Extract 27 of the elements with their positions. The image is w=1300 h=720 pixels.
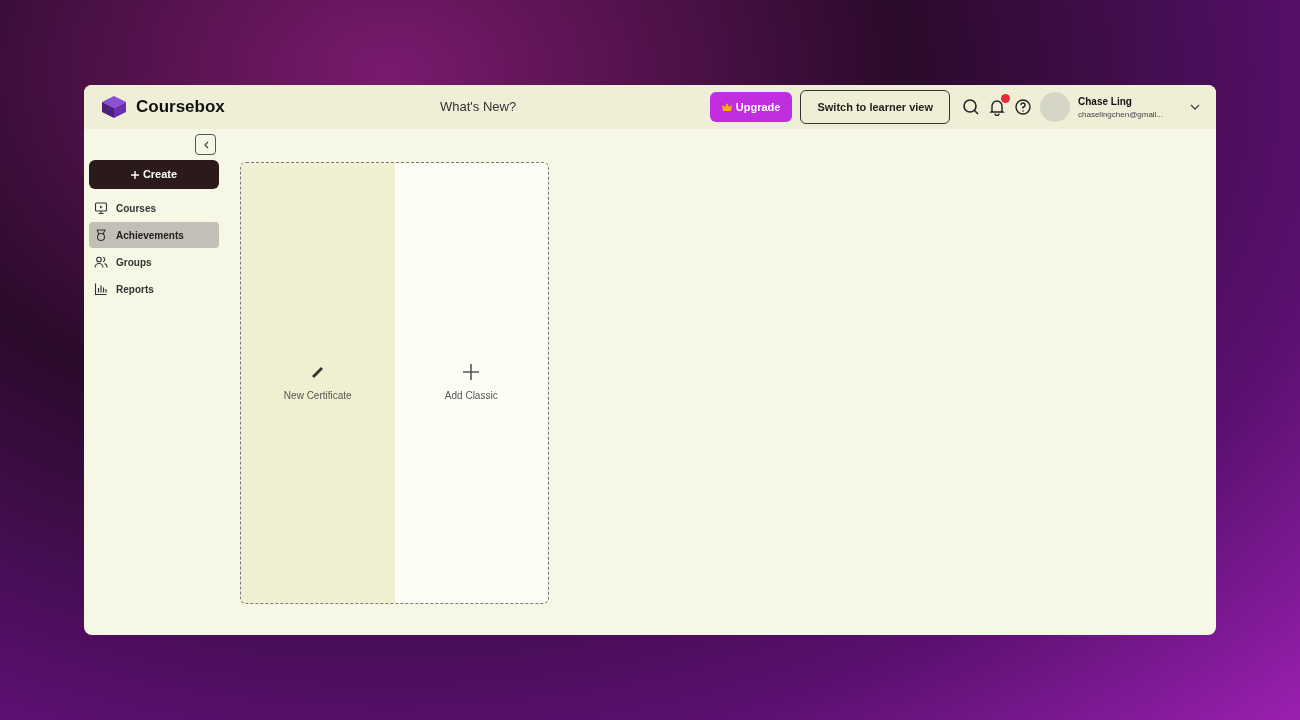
user-email: chaselingchen@gmail... <box>1078 108 1165 121</box>
new-certificate-card[interactable]: New Certificate <box>241 163 395 603</box>
chevron-down-icon[interactable] <box>1190 104 1200 110</box>
app-name: Coursebox <box>136 96 225 119</box>
bar-chart-icon <box>94 282 108 296</box>
monitor-icon <box>94 201 108 215</box>
whats-new-link[interactable]: What's New? <box>440 97 517 117</box>
plus-icon <box>463 363 480 380</box>
switch-view-button[interactable]: Switch to learner view <box>800 90 950 124</box>
medal-icon <box>94 228 108 242</box>
crown-icon <box>721 103 732 111</box>
upgrade-button[interactable]: Upgrade <box>709 92 793 122</box>
sidebar-item[interactable]: Groups <box>89 249 219 275</box>
plus-icon <box>130 170 139 179</box>
user-name: Chase Ling <box>1078 94 1133 109</box>
create-button[interactable]: Create <box>89 160 219 189</box>
search-icon[interactable] <box>962 98 980 116</box>
chevron-left-icon <box>202 140 209 149</box>
logo-icon <box>100 94 128 120</box>
collapse-button[interactable] <box>195 134 216 155</box>
sidebar-item[interactable]: Reports <box>89 276 219 302</box>
bell-icon[interactable] <box>988 98 1006 116</box>
help-icon[interactable] <box>1014 98 1032 116</box>
sidebar-item[interactable]: Courses <box>89 195 219 221</box>
users-icon <box>94 255 108 269</box>
add-classic-card[interactable]: Add Classic <box>394 163 548 603</box>
sidebar-item[interactable]: Achievements <box>89 222 219 248</box>
